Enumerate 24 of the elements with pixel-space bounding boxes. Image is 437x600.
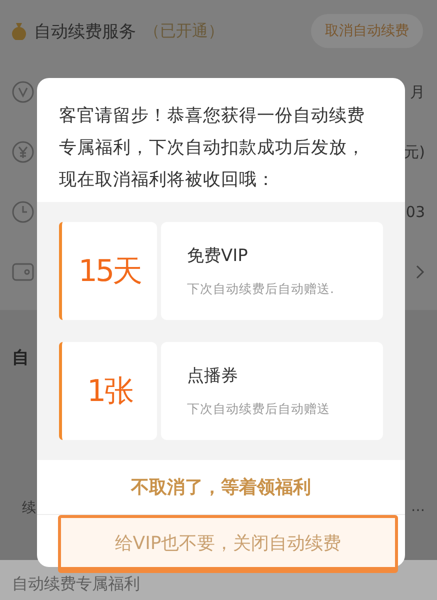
- chevron-icon[interactable]: [415, 264, 425, 280]
- row-value: 月: [410, 82, 425, 102]
- row-label: 续: [22, 499, 36, 517]
- benefit-amount: 15天: [78, 252, 141, 290]
- benefit-title: 免费VIP: [187, 245, 249, 267]
- close-renewal-button[interactable]: 给VIP也不要，关闭自动续费: [58, 515, 398, 573]
- benefit-amount: 1张: [86, 372, 132, 410]
- row-value: 元): [404, 142, 425, 162]
- benefit-note: 下次自动续费后自动赠送.: [187, 281, 335, 298]
- wallet-icon: [12, 262, 34, 282]
- vip-icon: [12, 81, 34, 103]
- section-title: 自: [12, 347, 30, 369]
- service-title: 自动续费服务: [34, 20, 136, 42]
- service-status: （已开通）: [144, 20, 225, 42]
- benefits-heading: 自动续费专属福利: [12, 574, 140, 593]
- money-bag-icon: [12, 22, 26, 40]
- benefit-title: 点播券: [187, 365, 239, 387]
- clock-icon: [12, 201, 34, 223]
- dialog-message: 客官请留步！恭喜您获得一份自动续费专属福利，下次自动扣款成功后发放，现在取消福利将被收回哦：: [58, 105, 366, 192]
- benefit-note: 下次自动续费后自动赠送: [187, 401, 331, 418]
- row-value: 03: [406, 203, 425, 221]
- more-text: …: [411, 499, 425, 517]
- yen-icon: [12, 141, 34, 163]
- cancel-renewal-button[interactable]: 取消自动续费: [311, 14, 423, 48]
